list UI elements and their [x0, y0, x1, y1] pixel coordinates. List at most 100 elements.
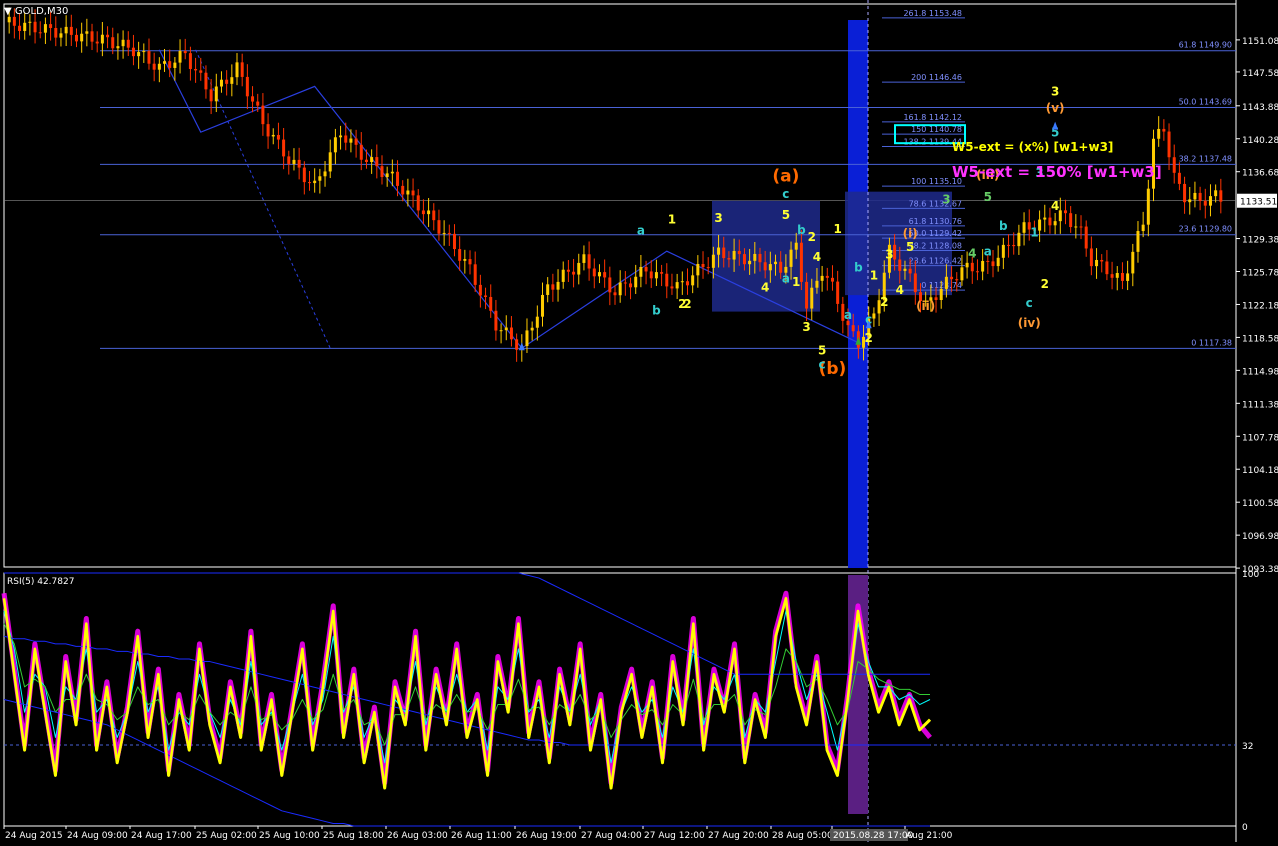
- wave-label: a: [637, 224, 645, 238]
- time-axis-label: 27 Aug 12:00: [644, 831, 705, 841]
- wave-label: a: [984, 245, 992, 259]
- wave-label: 4: [968, 247, 976, 261]
- price-tick-label: 1143.88: [1242, 103, 1278, 113]
- time-axis-label: 28 Aug 05:00: [772, 831, 833, 841]
- candle-body: [452, 233, 456, 250]
- candle-body: [33, 21, 37, 33]
- price-tick-label: 1125.78: [1242, 268, 1278, 278]
- candle-body: [758, 253, 762, 263]
- candle-body: [908, 268, 912, 274]
- candle-body: [339, 135, 343, 138]
- candle-body: [313, 180, 317, 184]
- wave-label: b: [652, 303, 661, 317]
- candle-body: [805, 281, 809, 309]
- candle-body: [717, 247, 721, 255]
- candle-body: [577, 262, 581, 275]
- candle-body: [276, 134, 280, 140]
- chart-title-box[interactable]: ▼ GOLD,M30: [4, 6, 68, 17]
- time-axis-label: 25 Aug 02:00: [196, 831, 257, 841]
- candle-body: [566, 269, 570, 272]
- candle-body: [74, 34, 78, 42]
- candle-body: [328, 152, 332, 172]
- wave-label: 3: [885, 247, 893, 261]
- candle-body: [1069, 213, 1073, 228]
- candle-body: [292, 159, 296, 164]
- candle-body: [38, 32, 42, 34]
- candle-body: [1146, 188, 1150, 225]
- candle-body: [535, 316, 539, 328]
- candle-body: [1208, 196, 1212, 206]
- wave-zone-box: [712, 200, 820, 312]
- candle-body: [1115, 272, 1119, 278]
- candle-body: [1131, 251, 1135, 274]
- wave-label: (iv): [1018, 316, 1041, 330]
- candle-body: [623, 282, 627, 284]
- candle-body: [913, 273, 917, 293]
- wave-label: (ii): [916, 299, 935, 313]
- candle-body: [1126, 273, 1130, 281]
- w5-ext-formula-label: W5-ext = (x%) [w1+w3]: [952, 140, 1113, 154]
- time-axis-label: 2015.08.28 17:00: [833, 831, 914, 841]
- price-tick-label: 1104.18: [1242, 466, 1278, 476]
- time-axis-label: 27 Aug 20:00: [708, 831, 769, 841]
- chart-root: 1151.08 1147.58 1143.88 1140.28 1136.68 1129.…: [0, 0, 1278, 842]
- fib-ext-label: 78.6 1132.67: [909, 199, 962, 208]
- candle-body: [737, 250, 741, 255]
- wave-label: 5: [818, 344, 826, 358]
- candle-body: [551, 284, 555, 290]
- candle-body: [1219, 190, 1223, 202]
- candle-body: [287, 156, 291, 164]
- candle-body: [375, 157, 379, 167]
- wave-label: 5: [906, 240, 914, 254]
- candle-body: [1193, 192, 1197, 200]
- time-axis-label: 24 Aug 09:00: [67, 831, 128, 841]
- wave-label: c: [1026, 296, 1033, 310]
- fib-ext-label: 38.2 1128.08: [909, 241, 962, 250]
- candle-body: [665, 273, 669, 287]
- fib-level-label: 38.2 1137.48: [1179, 154, 1232, 163]
- candle-body: [898, 259, 902, 271]
- fib-level-label: 50.0 1143.69: [1179, 98, 1232, 107]
- wave-label: 3: [714, 211, 722, 225]
- candle-body: [670, 286, 674, 289]
- candle-body: [965, 262, 969, 268]
- candle-body: [608, 277, 612, 293]
- candle-body: [639, 266, 643, 277]
- w5-ext-result-label: W5-ext = 150% [w1+w3]: [952, 163, 1162, 181]
- candle-body: [706, 267, 710, 269]
- candle-body: [530, 327, 534, 331]
- wave-label: c: [782, 187, 789, 201]
- candle-body: [168, 61, 172, 68]
- candle-body: [323, 171, 327, 177]
- candle-body: [950, 276, 954, 280]
- fib-level-label: 61.8 1149.90: [1179, 41, 1232, 50]
- wave-label: b: [797, 223, 806, 237]
- candle-body: [675, 282, 679, 289]
- candle-body: [556, 281, 560, 290]
- candle-body: [753, 253, 757, 261]
- candle-body: [654, 272, 658, 279]
- time-axis-label: 26 Aug 11:00: [451, 831, 512, 841]
- candle-body: [618, 282, 622, 296]
- dropdown-triangle-icon[interactable]: ▼: [4, 6, 12, 17]
- candle-body: [509, 327, 513, 340]
- wave-label: 4: [896, 283, 904, 297]
- candle-body: [406, 190, 410, 195]
- candle-body: [815, 280, 819, 288]
- wave-label: (i): [903, 226, 918, 240]
- candle-body: [126, 39, 130, 48]
- candle-body: [944, 276, 948, 289]
- rsi-panel-frame: [3, 572, 1237, 827]
- candle-body: [173, 62, 177, 68]
- candle-body: [629, 283, 633, 288]
- candle-body: [955, 279, 959, 281]
- wave-label: (v): [1046, 101, 1065, 115]
- candle-body: [541, 294, 545, 317]
- candle-body: [256, 101, 260, 106]
- candle-body: [825, 275, 829, 278]
- wave-label: 5: [984, 190, 992, 204]
- candle-body: [820, 275, 824, 281]
- candle-body: [380, 166, 384, 178]
- price-tick-label: 1151.08: [1242, 37, 1278, 47]
- candle-body: [251, 96, 255, 102]
